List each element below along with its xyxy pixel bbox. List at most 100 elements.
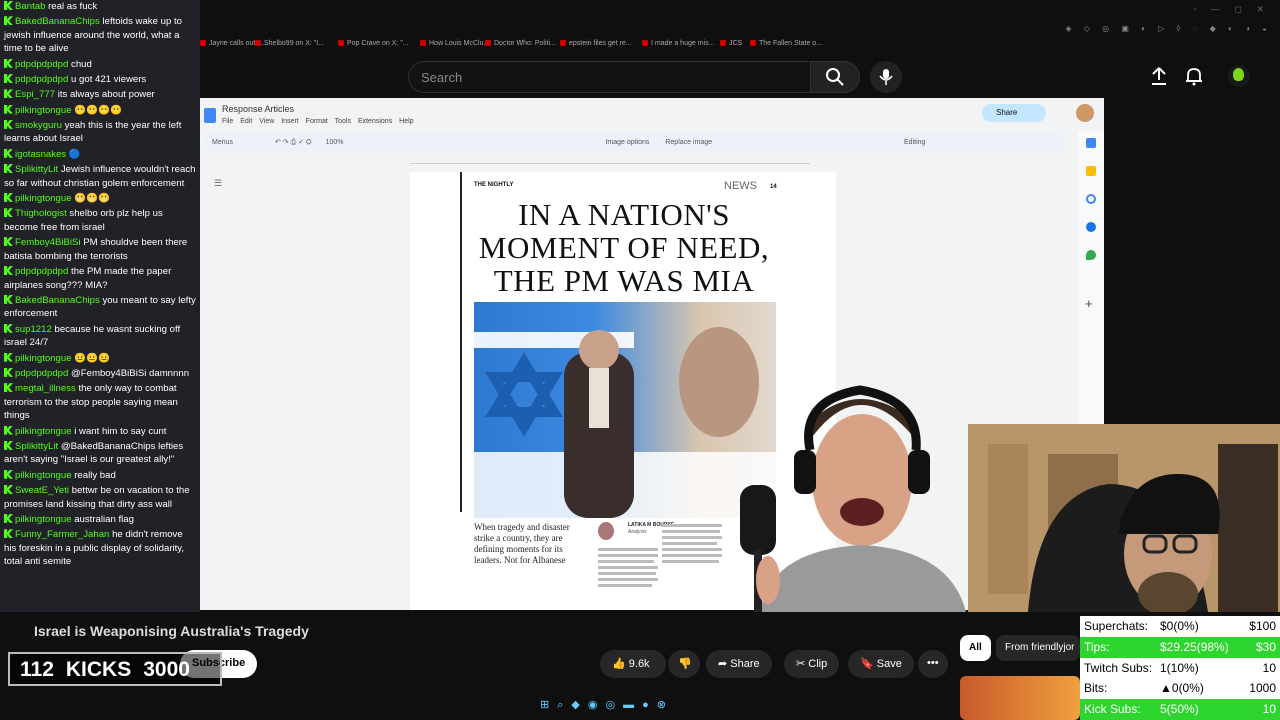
chat-message: BakedBananaChips you meant to say lefty … [4,294,196,320]
chip-from-channel[interactable]: From friendlyjor [996,635,1080,661]
share-button[interactable]: ➦ Share [706,650,772,678]
stats-row: Superchats: $0(0%) $100 [1084,619,1276,633]
kick-badge-icon [4,192,13,202]
chip-all[interactable]: All [960,635,991,661]
stats-row: Bits: ▲0(0%) 1000 [1084,681,1276,696]
browser-tab[interactable]: The Fallen State o... [750,40,822,47]
windows-start-icon[interactable]: ⊞ [540,699,557,711]
stats-row: Kick Subs: 5(50%) 10 [1080,699,1280,720]
chat-message: SweatE_Yeti bettwr be on vacation to the… [4,485,190,510]
chat-message: pilkingtongue 😐😐😐 [4,352,196,366]
article-headline: IN A NATION'S MOMENT OF NEED, THE PM WAS… [478,197,770,298]
kick-badge-icon [4,58,13,68]
browser-tab[interactable]: Pop Crave on X: "... [338,40,409,47]
editing-mode-select[interactable]: Editing [904,139,925,146]
kick-badge-icon [4,164,13,174]
more-actions-button[interactable]: ••• [918,650,948,678]
maps-icon[interactable] [1086,250,1096,260]
browser-tab[interactable]: epstein files get re... [560,40,632,47]
chat-message: pilkingtongue 😬😬😬 [4,192,196,206]
chat-message: smokyguru yeah this is the year the left… [4,119,182,145]
kick-badge-icon [4,469,13,479]
folder-icon[interactable]: ▬ [623,699,642,711]
search-button[interactable] [810,61,860,93]
emote-icons: 😐😐😐 [74,352,111,364]
docs-share-button[interactable]: Share [982,104,1046,122]
browser-tab[interactable]: I made a huge mis... [642,40,714,47]
kick-badge-icon [4,1,13,10]
kick-badge-icon [4,148,13,158]
menus-search[interactable]: Menus [212,139,233,146]
emote-icon: 🔵 [68,148,81,160]
chrome-icon[interactable]: ◎ [605,699,623,711]
replace-image-button[interactable]: Replace image [665,139,712,146]
app-icon[interactable]: ◆ [571,699,587,711]
chat-message: BakedBananaChips leftoids wake up to jew… [4,16,182,55]
youtube-header: Search [200,58,1280,96]
tasks-icon[interactable] [1086,194,1096,204]
masthead: THE NIGHTLY [474,182,514,188]
video-title: Israel is Weaponising Australia's Traged… [34,623,309,639]
chat-message: igotasnakes 🔵 [4,148,196,162]
search-taskbar-icon[interactable]: ⌕ [557,699,571,711]
kick-badge-icon [4,237,13,247]
upload-icon[interactable] [1150,66,1168,86]
window-controls[interactable]: ◦ — ◻ ✕ [1193,4,1270,15]
like-button[interactable]: 👍 9.6k [600,650,666,678]
docs-profile-avatar[interactable] [1076,104,1094,122]
browser-tab-strip: ◦ — ◻ ✕ ◈ ◇ ◎ ▣ ◐ ▷ ◊ ◌ ◆ ◐ ◑ ◒ Jayne ca… [200,0,1280,60]
calendar-icon[interactable] [1086,138,1096,148]
spotify-icon[interactable]: ● [642,699,657,711]
chat-message: pilkingtongue really bad [4,469,196,483]
save-button[interactable]: 🔖 Save [848,650,914,678]
emote-icons: 😶😶😶😶 [74,104,123,116]
thumbs-down-icon: 👎 [678,658,692,670]
kicks-goal-counter: 112 KICKS 3000 [8,652,222,686]
emote-icons: 😬😬😬 [74,192,111,204]
notifications-bell-icon[interactable] [1185,66,1203,86]
outline-icon[interactable]: ☰ [214,178,222,189]
contacts-icon[interactable] [1086,222,1096,232]
add-addon-icon[interactable]: + [1085,296,1093,311]
chat-message: Funny_Farmer_Jahan he didn't remove his … [4,529,185,568]
windows-taskbar: ⊞⌕◆◉◎▬●⊗ [540,698,740,718]
recommended-thumbnail[interactable] [960,676,1080,720]
microphone-icon [879,69,893,85]
chat-message: pilkingtongue i want him to say cunt [4,425,196,439]
search-icon [826,68,844,86]
kick-badge-icon [4,367,13,377]
scissors-icon: ✂ [796,658,806,670]
image-options-button[interactable]: Image options [605,139,649,146]
kick-badge-icon [4,529,13,539]
account-avatar[interactable] [1228,65,1250,87]
document-title[interactable]: Response Articles [222,104,294,114]
thumbs-up-icon: 👍 [612,658,626,670]
chat-message: pdpdpdpdpd chud [4,58,196,72]
kick-badge-icon [4,104,13,114]
zoom-select[interactable]: 100% [326,139,344,146]
voice-search-button[interactable] [870,61,902,93]
dislike-button[interactable]: 👎 [668,650,700,678]
chat-message: Espi_777 its always about power [4,88,196,102]
search-input[interactable]: Search [408,61,810,93]
keep-icon[interactable] [1086,166,1096,176]
browser-tab[interactable]: Shelbo99 on X: "I... [255,40,324,47]
chat-message: Femboy4BiBiSi PM shouldve been there bat… [4,237,188,262]
stats-row: Twitch Subs: 1(10%) 10 [1084,660,1276,675]
app-icon[interactable]: ◉ [588,699,606,711]
browser-tab[interactable]: How Louis McClu... [420,40,489,47]
xbox-icon[interactable]: ⊗ [657,699,674,711]
avatar-leaf-icon [1233,68,1244,81]
browser-tab[interactable]: JCS [720,40,742,47]
extension-icons[interactable]: ◈ ◇ ◎ ▣ ◐ ▷ ◊ ◌ ◆ ◐ ◑ ◒ [1065,24,1272,33]
docs-toolbar: Menus ↶ ↷ ⎙ ✓ ⛭ 100% Image options Repla… [204,132,1066,152]
chat-message: pilkingtongue 😶😶😶😶 [4,104,196,118]
chat-message: SplikittyLit Jewish influence wouldn't r… [4,164,196,189]
donation-goals-panel: Superchats: $0(0%) $100 Tips: $29.25(98%) $3… [1080,616,1280,720]
clip-button[interactable]: ✂ Clip [784,650,840,678]
chat-message: pdpdpdpdpd @Femboy4BiBiSi damnnnn [4,367,196,381]
docs-menu-bar[interactable]: File Edit View Insert Format Tools Exten… [222,118,414,125]
bookmark-icon: 🔖 [860,658,874,670]
bits-triangle-icon: ▲ [1160,681,1172,696]
browser-tab[interactable]: Doctor Who: Politi... [485,40,556,47]
